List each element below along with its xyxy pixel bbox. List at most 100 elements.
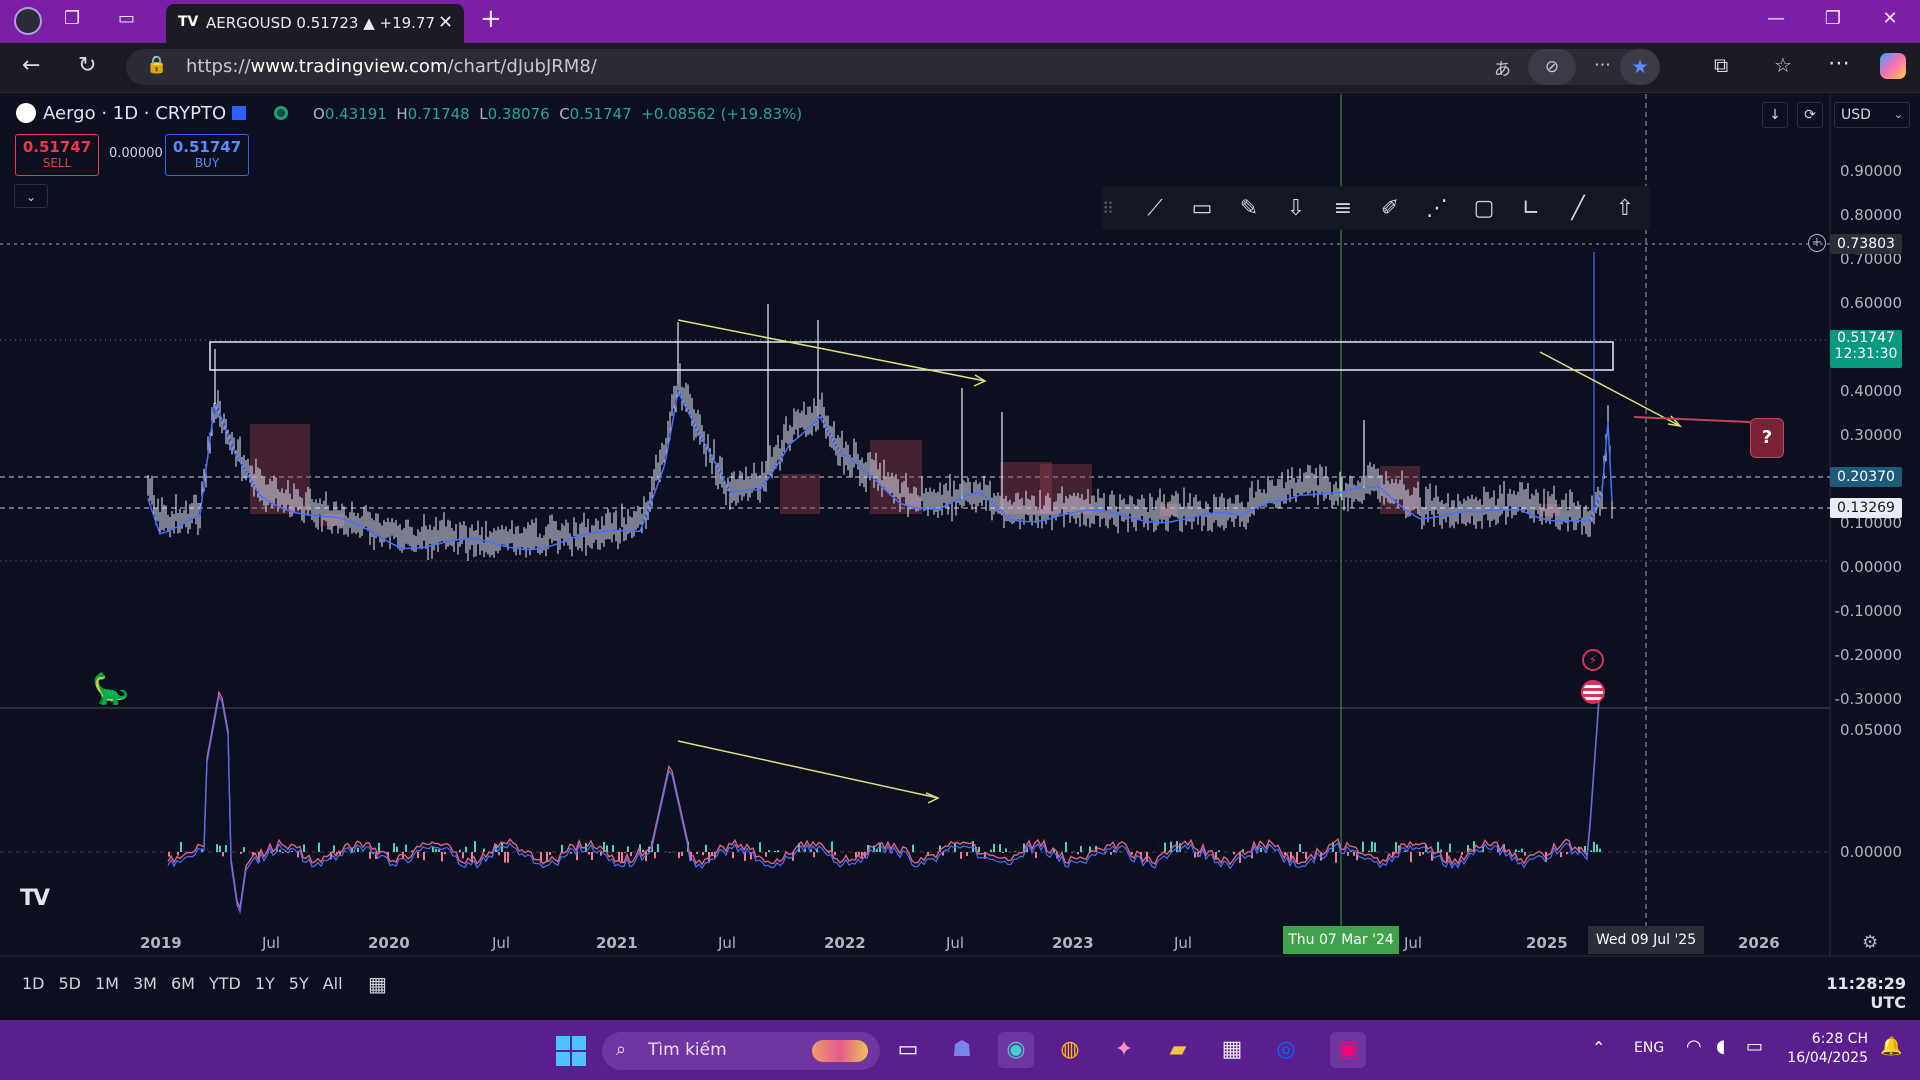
tracking-prevention-icon[interactable]: ⊘ <box>1528 49 1576 85</box>
download-icon[interactable]: ↓ <box>1762 102 1788 128</box>
more-tools-icon[interactable]: ⋯ <box>1594 55 1611 75</box>
new-tab-icon[interactable]: + <box>480 4 502 34</box>
profile-avatar[interactable] <box>14 7 42 35</box>
vertical-tabs-icon[interactable]: ▭ <box>118 8 135 29</box>
task-view-icon[interactable]: ▭ <box>890 1032 926 1068</box>
zalo-icon[interactable]: ◎ <box>1268 1032 1304 1068</box>
ohlc-values: O0.43191 H0.71748 L0.38076 C0.51747 +0.0… <box>313 105 802 123</box>
symbol-header[interactable]: Aergo · 1D · CRYPTO <box>43 103 226 124</box>
flag-icon[interactable] <box>232 106 246 120</box>
oscillator-axis[interactable]: 0.05000 0.00000 <box>1830 708 1920 956</box>
notification-bell-icon[interactable]: 🔔 <box>1880 1036 1902 1057</box>
pattern-tool-icon[interactable]: ⋰ <box>1420 192 1454 226</box>
price-axis-label: 0.40000 <box>1839 382 1902 400</box>
range-button-ytd[interactable]: YTD <box>209 974 241 993</box>
tradingview-logo-icon[interactable]: TV <box>20 886 50 911</box>
trend-line-2 <box>1539 351 1681 427</box>
volume-icon[interactable]: ◖ <box>1716 1036 1725 1057</box>
refresh-icon[interactable]: ↻ <box>78 53 96 78</box>
taskbar-search[interactable]: ⌕ Tìm kiếm <box>602 1032 880 1070</box>
range-button-1d[interactable]: 1D <box>22 974 45 993</box>
time-axis-label: Jul <box>492 934 511 952</box>
taskbar-clock[interactable]: 6:28 CH 16/04/2025 <box>1772 1030 1868 1068</box>
brush-tool-icon[interactable]: ✐ <box>1373 192 1407 226</box>
battery-icon[interactable]: ▭ <box>1746 1036 1763 1057</box>
workspaces-icon[interactable]: ❐ <box>64 8 80 29</box>
price-axis[interactable]: 0.90000 0.80000 0.70000 0.60000 0.40000 0.300… <box>1830 94 1920 708</box>
tab-title: AERGOUSD 0.51723 ▲ +19.77% U <box>206 14 434 32</box>
wifi-icon[interactable]: ◠ <box>1686 1036 1702 1057</box>
url-field[interactable]: 🔒 https://www.tradingview.com/chart/dJub… <box>126 49 1660 85</box>
active-tab[interactable]: TV AERGOUSD 0.51723 ▲ +19.77% U ✕ <box>166 4 464 43</box>
rectangle-tool-icon[interactable]: ▢ <box>1467 192 1501 226</box>
time-axis-label: Jul <box>1404 934 1423 952</box>
read-aloud-icon[interactable]: あ <box>1494 55 1511 80</box>
line-tool-icon[interactable]: ╱ <box>1561 192 1595 226</box>
range-button-1y[interactable]: 1Y <box>255 974 275 993</box>
last-price-value: 0.51747 <box>1837 330 1895 346</box>
chrome-icon[interactable]: ◍ <box>1052 1032 1088 1068</box>
drag-handle-icon[interactable]: ⠿ <box>1100 192 1116 226</box>
close-window-icon[interactable]: ✕ <box>1870 8 1910 29</box>
taskbar-time: 6:28 CH <box>1811 1031 1868 1047</box>
sell-label: SELL <box>42 156 72 170</box>
note-tool-icon[interactable]: ▭ <box>1185 192 1219 226</box>
store-icon[interactable]: ▦ <box>1214 1032 1250 1068</box>
tray-chevron-up-icon[interactable]: ⌃ <box>1592 1038 1605 1057</box>
favorites-icon[interactable]: ☆ <box>1774 53 1792 77</box>
add-alert-icon[interactable]: + <box>1808 234 1826 252</box>
range-button-5d[interactable]: 5D <box>59 974 82 993</box>
lightning-event-icon[interactable]: ⚡ <box>1582 649 1604 671</box>
angle-tool-icon[interactable]: ∟ <box>1514 192 1548 226</box>
address-bar-row: ← ↻ 🔒 https://www.tradingview.com/chart/… <box>0 43 1920 93</box>
time-axis-label: 2022 <box>824 934 866 952</box>
utc-clock[interactable]: 11:28:29 UTC <box>1790 974 1906 1012</box>
dino-icon[interactable]: 🦕 <box>92 672 129 707</box>
market-status-dot <box>274 106 288 120</box>
price-axis-label: 0.30000 <box>1839 426 1902 444</box>
buy-price: 0.51747 <box>172 138 242 156</box>
favorite-star-icon[interactable]: ★ <box>1620 49 1660 85</box>
copilot-taskbar-icon[interactable]: ✦ <box>1106 1032 1142 1068</box>
search-placeholder: Tìm kiếm <box>648 1040 727 1060</box>
arrow-up-tool-icon[interactable]: ⇧ <box>1608 192 1642 226</box>
trend-tool-icon[interactable]: ⟋ <box>1138 192 1172 226</box>
maximize-icon[interactable]: ❐ <box>1813 8 1853 29</box>
teams-icon[interactable]: ☗ <box>944 1032 980 1068</box>
range-button-1m[interactable]: 1M <box>95 974 119 993</box>
time-axis-label: 2021 <box>596 934 638 952</box>
pen-tool-icon[interactable]: ✎ <box>1232 192 1266 226</box>
copilot-icon[interactable] <box>1880 53 1906 79</box>
buy-button[interactable]: 0.51747 BUY <box>165 134 249 176</box>
price-axis-label: 0.60000 <box>1839 294 1902 312</box>
us-flag-event-icon[interactable] <box>1581 680 1605 704</box>
range-button-3m[interactable]: 3M <box>133 974 157 993</box>
file-explorer-icon[interactable]: ▰ <box>1160 1032 1196 1068</box>
tradingview-favicon-icon: TV <box>178 14 199 30</box>
lines-tool-icon[interactable]: ≡ <box>1326 192 1360 226</box>
language-indicator[interactable]: ENG <box>1634 1040 1664 1056</box>
range-button-5y[interactable]: 5Y <box>289 974 309 993</box>
sell-button[interactable]: 0.51747 SELL <box>15 134 99 176</box>
range-button-all[interactable]: All <box>323 974 343 993</box>
close-tab-icon[interactable]: ✕ <box>438 12 453 33</box>
minimize-icon[interactable]: — <box>1756 8 1796 29</box>
collapse-chevron-icon[interactable]: ⌄ <box>14 184 48 208</box>
range-button-6m[interactable]: 6M <box>171 974 195 993</box>
edge-icon[interactable]: ◉ <box>998 1032 1034 1068</box>
back-icon[interactable]: ← <box>22 53 40 78</box>
date-range-icon[interactable]: ▦ <box>368 972 387 996</box>
time-axis-label: Jul <box>262 934 281 952</box>
app-active-icon[interactable]: ▣ <box>1330 1032 1366 1068</box>
question-callout[interactable]: ? <box>1750 418 1784 458</box>
price-axis-label: 0.80000 <box>1839 206 1902 224</box>
fullscreen-icon[interactable]: ⟳ <box>1797 102 1823 128</box>
time-axis-settings-icon[interactable]: ⚙ <box>1862 932 1878 953</box>
chart-canvas[interactable] <box>0 94 1920 1012</box>
settings-more-icon[interactable]: ⋯ <box>1828 51 1850 76</box>
range-toolbar: 1D 5D 1M 3M 6M YTD 1Y 5Y All <box>22 974 357 998</box>
countdown-value: 12:31:30 <box>1834 346 1898 362</box>
windows-start-icon[interactable] <box>556 1036 586 1066</box>
extensions-icon[interactable]: ⧉ <box>1714 53 1728 77</box>
arrow-down-tool-icon[interactable]: ⇩ <box>1279 192 1313 226</box>
